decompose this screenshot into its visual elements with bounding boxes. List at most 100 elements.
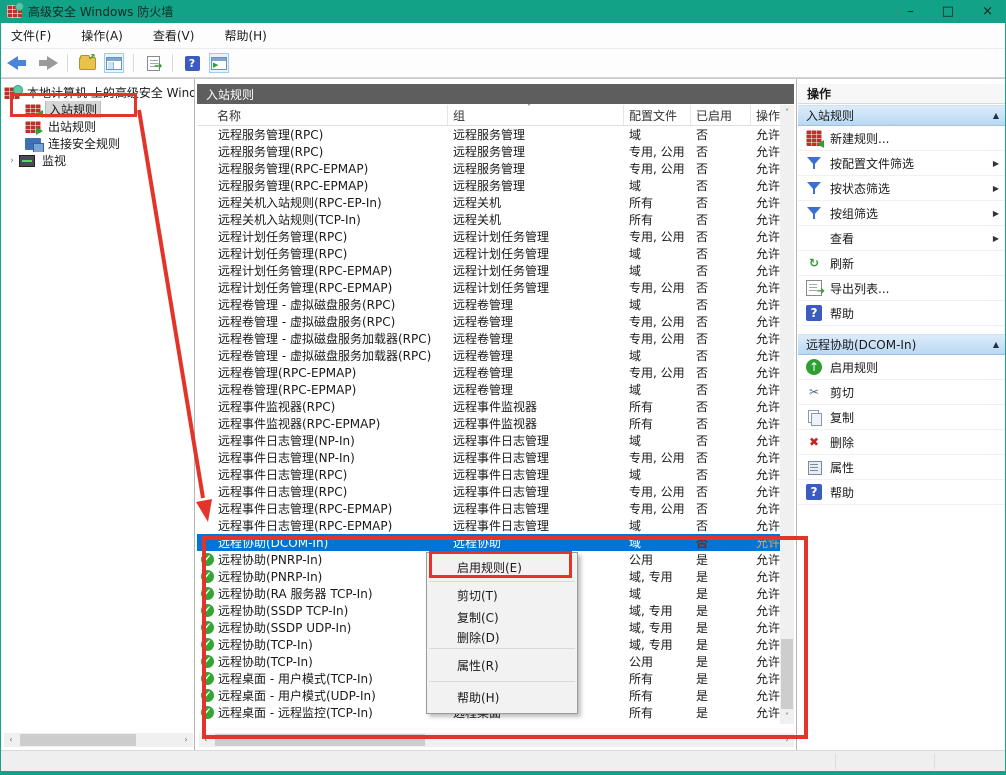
table-row[interactable]: 远程服务管理(RPC-EPMAP) 远程服务管理 专用, 公用 否 允许	[197, 160, 781, 177]
context-menu-item-properties[interactable]: 属性(R)	[427, 650, 577, 680]
rule-profile: 域	[624, 534, 691, 551]
actions-item[interactable]: 复制	[798, 405, 1006, 430]
table-row[interactable]: 远程事件日志管理(NP-In) 远程事件日志管理 域 否 允许	[197, 432, 781, 449]
actions-item[interactable]: ↑ 启用规则	[798, 355, 1006, 380]
actions-item[interactable]: 按状态筛选 ▶	[798, 176, 1006, 201]
table-row[interactable]: 远程卷管理(RPC-EPMAP) 远程卷管理 域 否 允许	[197, 381, 781, 398]
actions-item[interactable]: 查看 ▶	[798, 226, 1006, 251]
column-header-name[interactable]: 名称	[197, 105, 448, 126]
rules-horizontal-scrollbar[interactable]: ‹ ›	[199, 733, 794, 747]
actions-item-label: 按状态筛选	[830, 180, 993, 197]
tree-item-firewall-out[interactable]: 出站规则	[1, 118, 194, 135]
vertical-scrollbar[interactable]: ˄ ˅	[780, 105, 794, 724]
tree-item-firewall-in[interactable]: 入站规则	[1, 101, 194, 118]
rule-action: 允许	[751, 602, 781, 619]
rule-name: 远程事件日志管理(RPC)	[218, 483, 347, 500]
scrollbar-thumb[interactable]	[215, 734, 425, 746]
table-row[interactable]: 远程事件日志管理(RPC-EPMAP) 远程事件日志管理 专用, 公用 否 允许	[197, 500, 781, 517]
tree-horizontal-scrollbar[interactable]: ‹ ›	[4, 733, 193, 747]
scroll-right-icon[interactable]: ›	[780, 733, 794, 747]
table-row[interactable]: 远程卷管理 - 虚拟磁盘服务(RPC) 远程卷管理 专用, 公用 否 允许	[197, 313, 781, 330]
column-header-group[interactable]: 组	[448, 105, 624, 126]
actions-item[interactable]: 按组筛选 ▶	[798, 201, 1006, 226]
console-window-icon[interactable]	[209, 53, 229, 73]
folder-up-icon[interactable]	[77, 53, 97, 73]
rule-name: 远程关机入站规则(RPC-EP-In)	[218, 194, 382, 211]
actions-item[interactable]: ✂ 剪切	[798, 380, 1006, 405]
context-menu-item-copy[interactable]: 复制(C)	[427, 607, 577, 627]
table-row[interactable]: 远程关机入站规则(TCP-In) 远程关机 所有 否 允许	[197, 211, 781, 228]
context-menu-item-delete[interactable]: 删除(D)	[427, 627, 577, 647]
actions-item[interactable]: 新建规则...	[798, 126, 1006, 151]
console-tree-toggle-icon[interactable]	[104, 53, 124, 73]
actions-section-header[interactable]: 入站规则 ▲	[798, 105, 1006, 126]
minimize-button[interactable]: –	[907, 5, 914, 18]
actions-item[interactable]: ✖ 删除	[798, 430, 1006, 455]
rule-name: 远程服务管理(RPC-EPMAP)	[218, 177, 368, 194]
table-row[interactable]: 远程计划任务管理(RPC) 远程计划任务管理 专用, 公用 否 允许	[197, 228, 781, 245]
menu-item[interactable]: 帮助(H)	[222, 25, 268, 46]
column-header-action[interactable]: 操作	[751, 105, 783, 126]
table-row[interactable]: 远程卷管理 - 虚拟磁盘服务加载器(RPC) 远程卷管理 专用, 公用 否 允许	[197, 330, 781, 347]
actions-item[interactable]: ? 帮助	[798, 480, 1006, 505]
rule-action: 允许	[751, 636, 781, 653]
table-row[interactable]: 远程事件日志管理(RPC) 远程事件日志管理 专用, 公用 否 允许	[197, 483, 781, 500]
rule-group: 远程计划任务管理	[448, 279, 624, 296]
close-button[interactable]: ×	[982, 5, 993, 18]
actions-item[interactable]: 导出列表...	[798, 276, 1006, 301]
table-row[interactable]: 远程事件监视器(RPC-EPMAP) 远程事件监视器 所有 否 允许	[197, 415, 781, 432]
export-list-icon[interactable]	[143, 53, 163, 73]
rule-name: 远程服务管理(RPC-EPMAP)	[218, 160, 368, 177]
scrollbar-thumb[interactable]	[781, 639, 793, 709]
actions-item[interactable]: ? 帮助	[798, 301, 1006, 326]
table-row[interactable]: 远程服务管理(RPC) 远程服务管理 域 否 允许	[197, 126, 781, 143]
scroll-right-icon[interactable]: ›	[179, 733, 193, 747]
help-icon[interactable]: ?	[182, 53, 202, 73]
rule-action: 允许	[751, 398, 781, 415]
collapse-icon[interactable]: ▲	[993, 340, 999, 349]
maximize-button[interactable]: □	[942, 5, 954, 18]
actions-item[interactable]: 按配置文件筛选 ▶	[798, 151, 1006, 176]
scroll-down-icon[interactable]: ˅	[780, 709, 794, 724]
table-row[interactable]: 远程服务管理(RPC-EPMAP) 远程服务管理 域 否 允许	[197, 177, 781, 194]
menu-item[interactable]: 文件(F)	[9, 25, 53, 46]
tree-root[interactable]: 本地计算机 上的高级安全 Wind	[1, 84, 194, 101]
context-menu-item-cut[interactable]: 剪切(T)	[427, 583, 577, 607]
rule-profile: 专用, 公用	[624, 143, 691, 160]
scroll-left-icon[interactable]: ‹	[199, 733, 213, 747]
scrollbar-thumb[interactable]	[20, 734, 136, 746]
actions-item[interactable]: ↻ 刷新	[798, 251, 1006, 276]
table-row[interactable]: 远程卷管理 - 虚拟磁盘服务加载器(RPC) 远程卷管理 域 否 允许	[197, 347, 781, 364]
column-header-enabled[interactable]: 已启用	[691, 105, 751, 126]
back-icon[interactable]	[7, 56, 29, 70]
tree-item-monitoring[interactable]: › 监视	[1, 152, 194, 169]
table-row[interactable]: 远程事件日志管理(RPC-EPMAP) 远程事件日志管理 域 否 允许	[197, 517, 781, 534]
actions-section-header[interactable]: 远程协助(DCOM-In) ▲	[798, 334, 1006, 355]
rule-profile: 专用, 公用	[624, 228, 691, 245]
export-icon	[806, 280, 822, 296]
context-menu-item-enable[interactable]: 启用规则(E)	[427, 555, 577, 580]
forward-icon[interactable]	[36, 56, 58, 70]
table-row[interactable]: 远程卷管理 - 虚拟磁盘服务(RPC) 远程卷管理 域 否 允许	[197, 296, 781, 313]
context-menu-item-help[interactable]: 帮助(H)	[427, 683, 577, 711]
table-row[interactable]: 远程计划任务管理(RPC-EPMAP) 远程计划任务管理 域 否 允许	[197, 262, 781, 279]
table-row[interactable]: 远程计划任务管理(RPC-EPMAP) 远程计划任务管理 专用, 公用 否 允许	[197, 279, 781, 296]
collapse-icon[interactable]: ▲	[993, 111, 999, 120]
table-row[interactable]: 远程服务管理(RPC) 远程服务管理 专用, 公用 否 允许	[197, 143, 781, 160]
menu-item[interactable]: 查看(V)	[151, 25, 197, 46]
actions-item[interactable]: 属性	[798, 455, 1006, 480]
table-row[interactable]: 远程卷管理(RPC-EPMAP) 远程卷管理 专用, 公用 否 允许	[197, 364, 781, 381]
scroll-up-icon[interactable]: ˄	[780, 105, 794, 120]
column-header-profile[interactable]: 配置文件	[624, 105, 691, 126]
expander-icon[interactable]: ›	[5, 156, 19, 166]
table-row[interactable]: 远程事件日志管理(NP-In) 远程事件日志管理 专用, 公用 否 允许	[197, 449, 781, 466]
table-row[interactable]: 远程事件日志管理(RPC) 远程事件日志管理 域 否 允许	[197, 466, 781, 483]
scroll-left-icon[interactable]: ‹	[4, 733, 18, 747]
table-row[interactable]: 远程关机入站规则(RPC-EP-In) 远程关机 所有 否 允许	[197, 194, 781, 211]
rule-enabled: 否	[691, 126, 751, 143]
table-row[interactable]: 远程协助(DCOM-In) 远程协助 域 否 允许	[197, 534, 781, 551]
menu-item[interactable]: 操作(A)	[79, 25, 125, 46]
table-row[interactable]: 远程计划任务管理(RPC) 远程计划任务管理 域 否 允许	[197, 245, 781, 262]
tree-item-connection-security[interactable]: 连接安全规则	[1, 135, 194, 152]
table-row[interactable]: 远程事件监视器(RPC) 远程事件监视器 所有 否 允许	[197, 398, 781, 415]
